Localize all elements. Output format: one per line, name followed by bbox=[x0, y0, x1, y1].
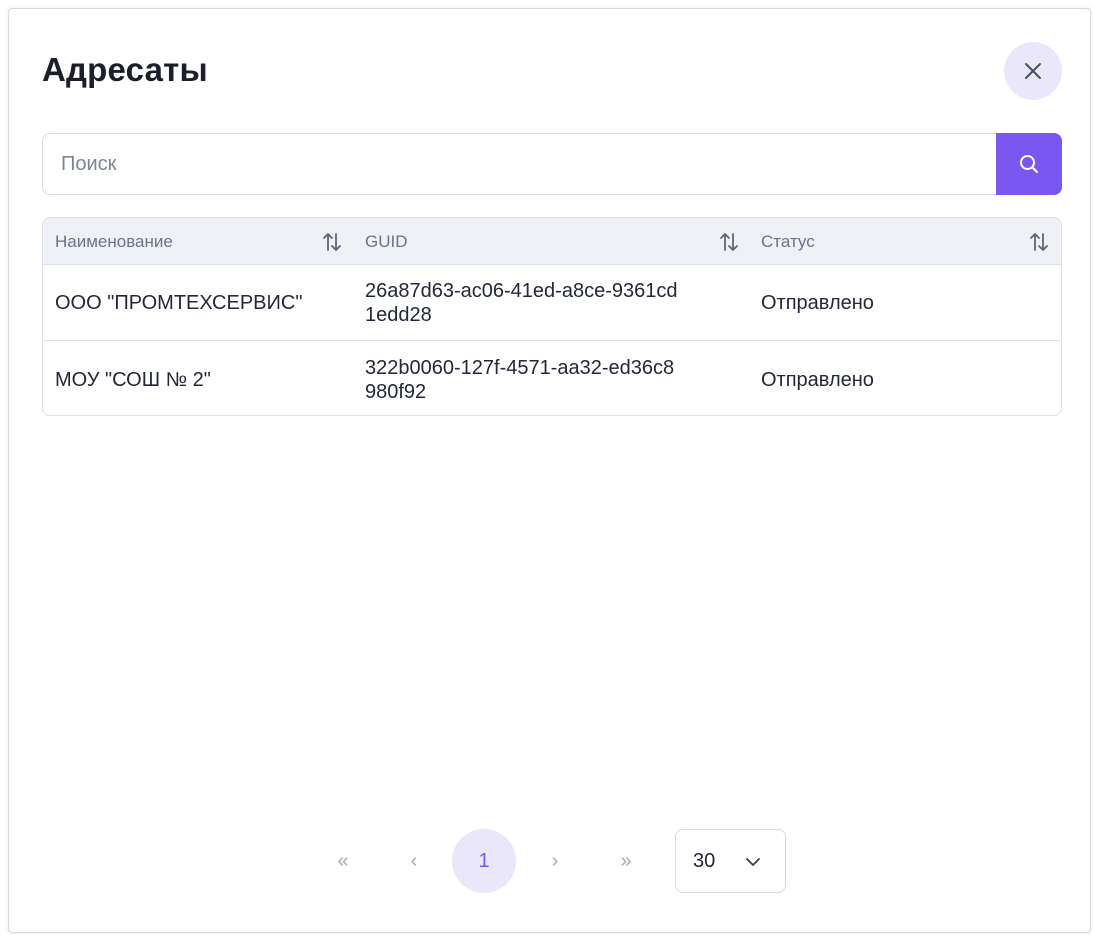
page-1-button[interactable]: 1 bbox=[452, 829, 516, 893]
table-header: Наименование GUID Статус bbox=[43, 218, 1061, 265]
cell-status: Отправлено bbox=[761, 292, 874, 314]
next-page-button[interactable]: › bbox=[523, 829, 587, 893]
table-row[interactable]: ООО "ПРОМТЕХСЕРВИС" 26a87d63-ac06-41ed-a… bbox=[43, 265, 1061, 341]
close-icon bbox=[1025, 63, 1041, 79]
search-bar bbox=[42, 133, 1062, 195]
last-page-button[interactable]: » bbox=[594, 829, 658, 893]
cell-guid: 26a87d63-ac06-41ed-a8ce-9361cd1edd28 bbox=[365, 280, 678, 326]
sort-icon[interactable] bbox=[320, 230, 344, 254]
search-button[interactable] bbox=[996, 133, 1062, 195]
search-icon bbox=[1020, 155, 1038, 173]
cell-guid: 322b0060-127f-4571-aa32-ed36c8980f92 bbox=[365, 357, 675, 403]
sort-icon[interactable] bbox=[717, 230, 741, 254]
column-header-guid[interactable]: GUID bbox=[365, 218, 408, 265]
sort-icon[interactable] bbox=[1027, 230, 1051, 254]
cell-status: Отправлено bbox=[761, 369, 874, 391]
recipients-dialog: Адресаты Наименование GUID Ст bbox=[8, 8, 1091, 933]
page-size-value: 30 bbox=[693, 849, 716, 872]
cell-name: МОУ "СОШ № 2" bbox=[55, 369, 211, 391]
cell-name: ООО "ПРОМТЕХСЕРВИС" bbox=[55, 292, 303, 314]
chevron-down-icon bbox=[746, 858, 760, 866]
page-size-select[interactable]: 30 bbox=[675, 829, 786, 893]
first-page-button[interactable]: « bbox=[311, 829, 375, 893]
recipients-table: Наименование GUID Статус ООО "ПРОМТЕХСЕР… bbox=[42, 217, 1062, 416]
column-header-status[interactable]: Статус bbox=[761, 218, 815, 265]
table-row[interactable]: МОУ "СОШ № 2" 322b0060-127f-4571-aa32-ed… bbox=[43, 342, 1061, 415]
prev-page-button[interactable]: ‹ bbox=[382, 829, 446, 893]
pagination: « ‹ 1 › » 30 bbox=[9, 829, 1090, 895]
close-button[interactable] bbox=[1004, 42, 1062, 100]
column-header-name[interactable]: Наименование bbox=[55, 218, 173, 265]
search-input[interactable] bbox=[42, 133, 998, 195]
dialog-title: Адресаты bbox=[42, 51, 208, 88]
